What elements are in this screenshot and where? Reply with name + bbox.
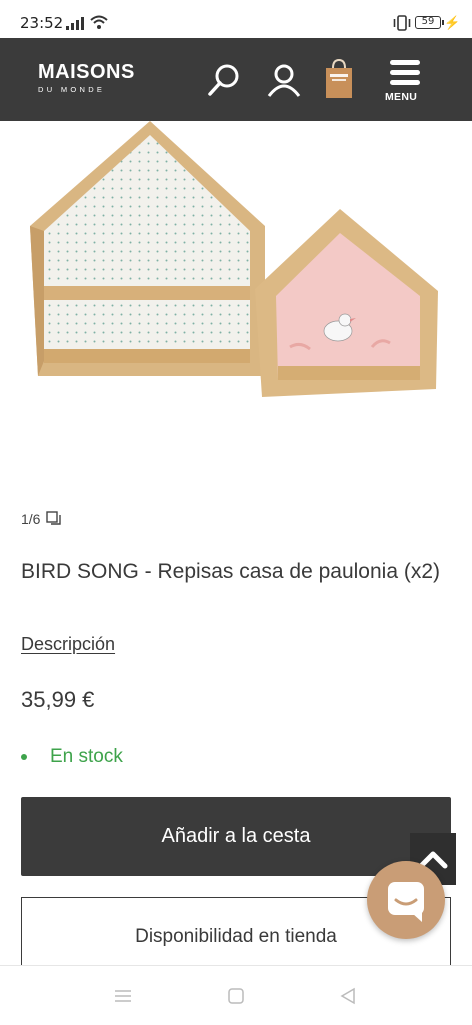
back-icon[interactable] (339, 987, 357, 1005)
product-image[interactable] (0, 121, 472, 461)
stock-status-text: En stock (50, 746, 123, 767)
charging-icon: ⚡ (444, 15, 461, 30)
shopping-bag-icon[interactable] (322, 58, 356, 100)
status-bar: 23:52 59 ⚡ (0, 0, 472, 38)
wifi-icon (90, 15, 108, 29)
stock-dot-icon (21, 754, 27, 760)
recent-apps-icon[interactable] (114, 987, 132, 1005)
image-counter-text: 1/6 (21, 511, 41, 527)
site-header: MAISONS DU MONDE MENU (0, 38, 472, 121)
brand-name: MAISONS (38, 61, 135, 83)
menu-icon[interactable] (388, 58, 422, 88)
chat-button[interactable] (367, 861, 445, 939)
product-price: 35,99 € (21, 687, 95, 712)
gallery-icon[interactable] (46, 511, 62, 527)
chat-icon (388, 882, 424, 922)
description-link[interactable]: Descripción (21, 634, 115, 655)
home-icon[interactable] (227, 987, 245, 1005)
system-nav-bar (0, 965, 472, 1025)
image-counter: 1/6 (21, 511, 62, 527)
search-icon[interactable] (206, 62, 242, 98)
status-time: 23:52 (20, 14, 64, 32)
stock-status: En stock (21, 746, 123, 768)
user-icon[interactable] (266, 62, 302, 98)
brand-subtitle: DU MONDE (38, 85, 106, 94)
menu-label[interactable]: MENU (385, 91, 417, 103)
battery-icon: 59 (415, 16, 444, 29)
product-title: BIRD SONG - Repisas casa de paulonia (x2… (21, 560, 441, 583)
signal-icon (66, 17, 84, 30)
vibrate-icon (393, 15, 411, 31)
